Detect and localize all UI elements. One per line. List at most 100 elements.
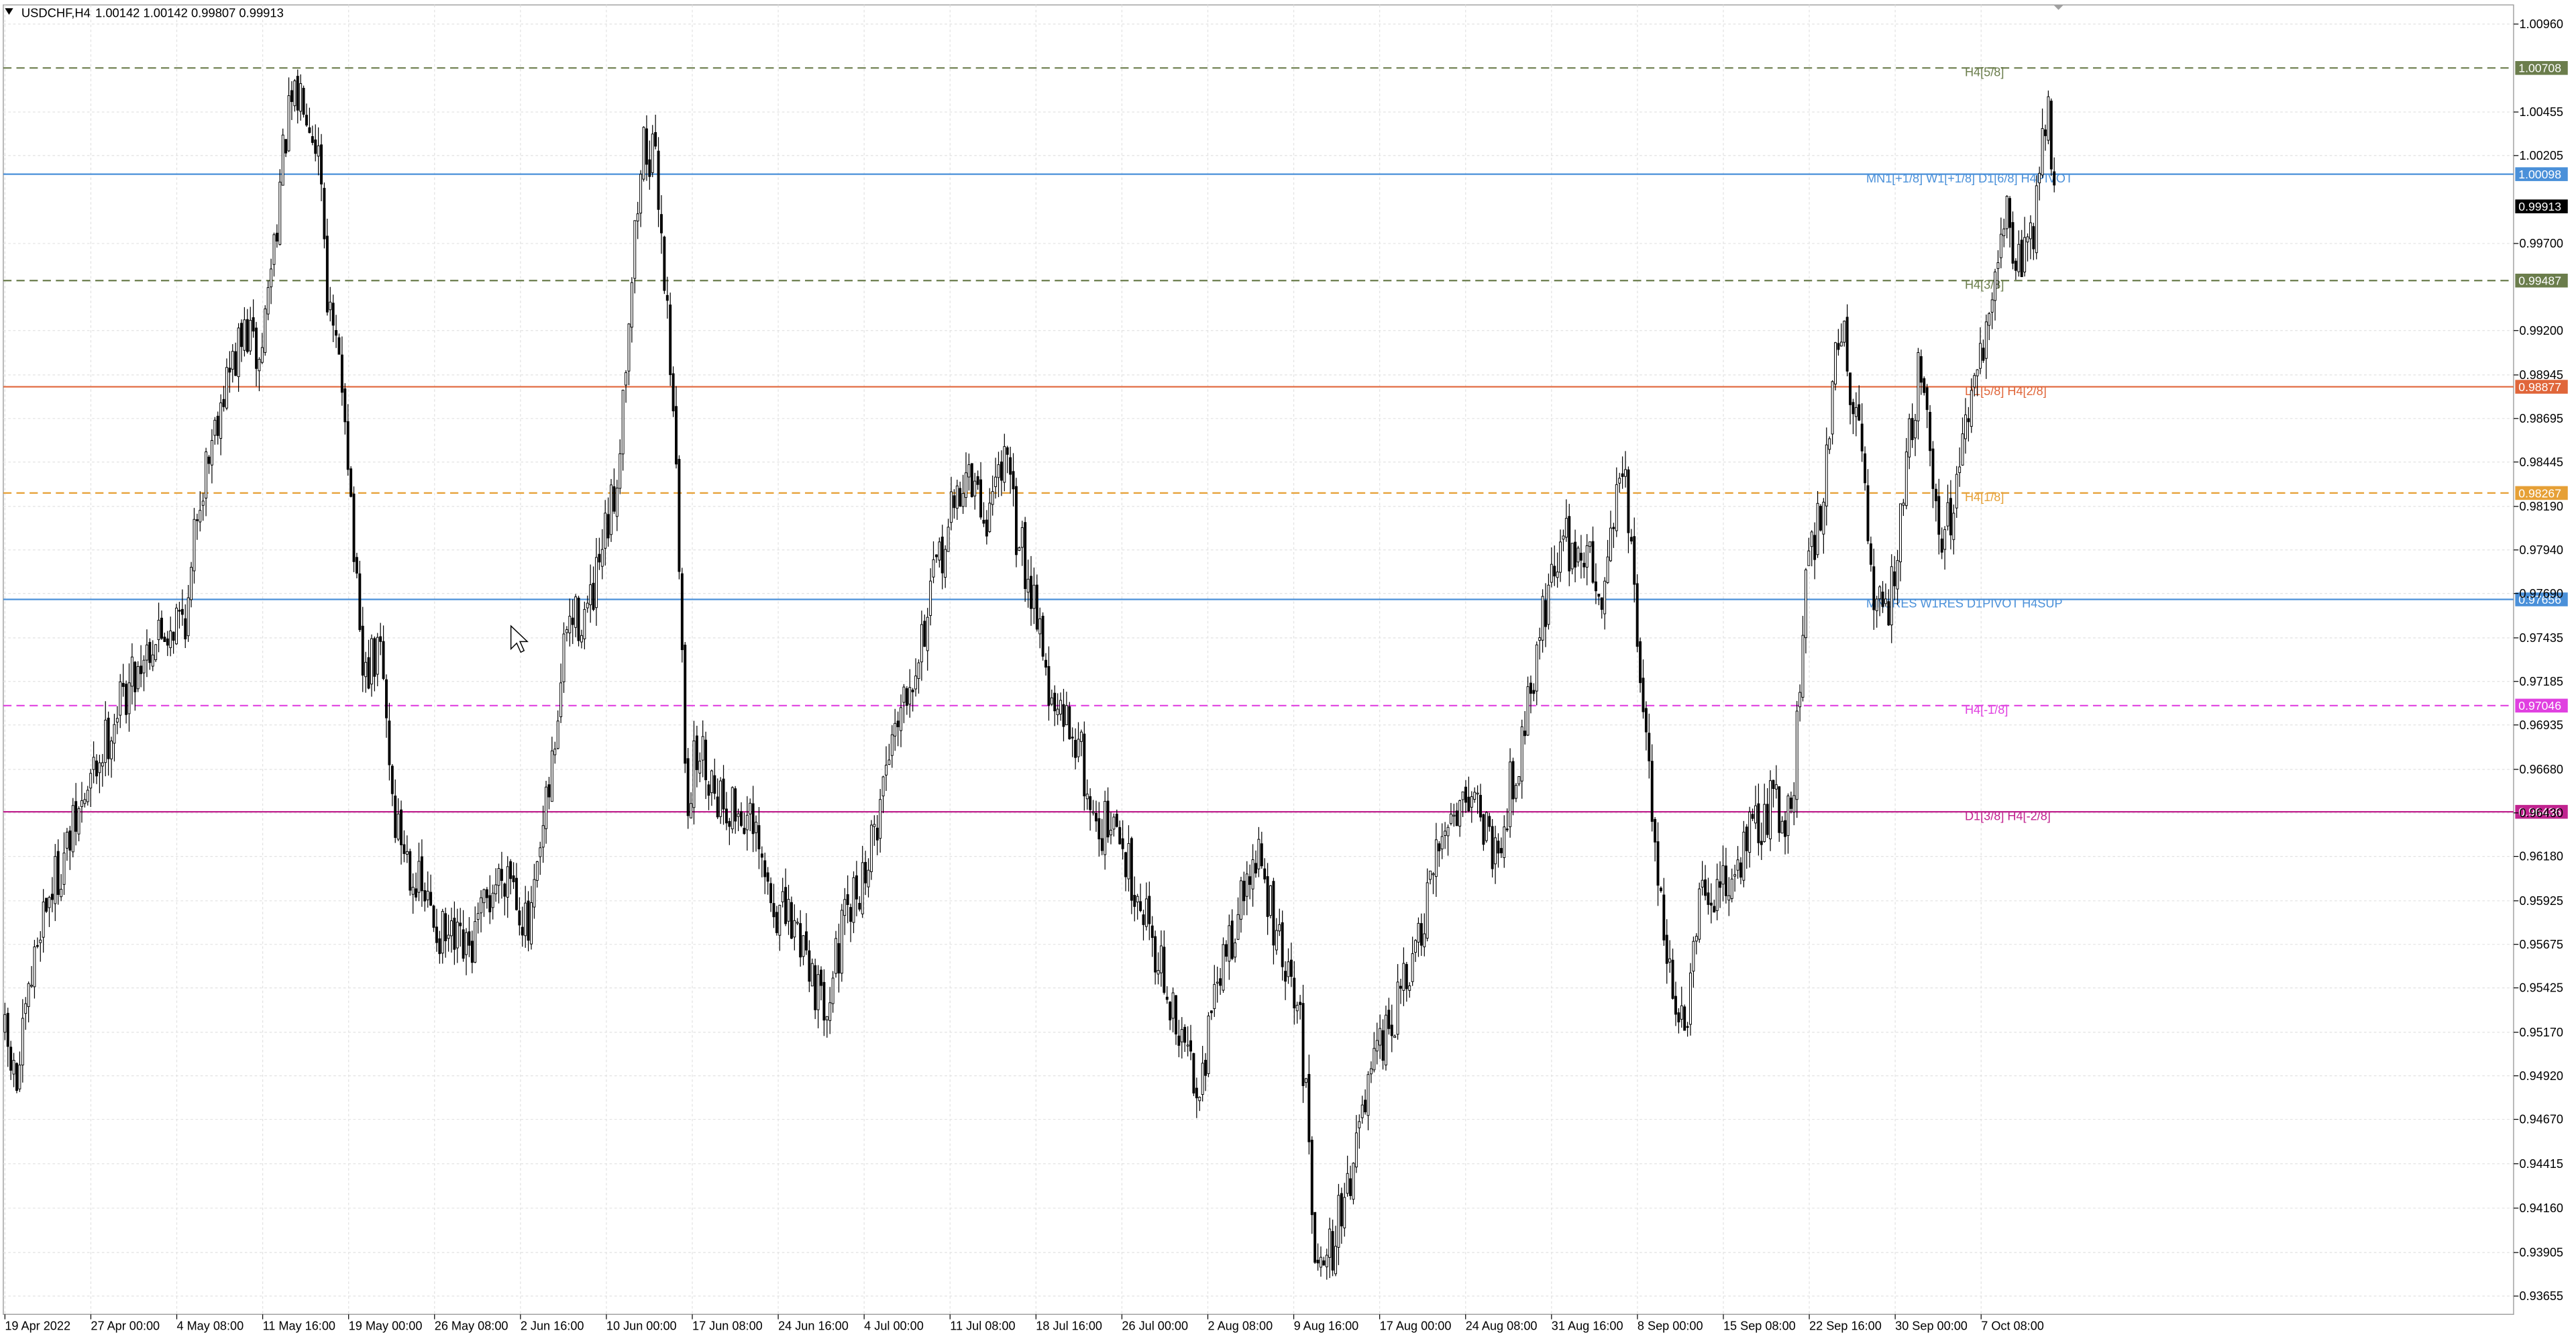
chart-window[interactable]: H4[5/8] 1.00708 MN1[+1/8] W1[+1/8] D1[6/8]… [0,0,2576,1339]
candle [1642,659,1645,719]
candle [199,491,202,532]
candle [1198,1096,1201,1112]
candle-body [1896,559,1899,590]
candle-body [1624,469,1627,477]
candle-body [1517,776,1521,785]
level-line-group[interactable]: H4[-1/8] 0.97046 [3,698,2568,717]
price-chart[interactable]: H4[5/8] 1.00708 MN1[+1/8] W1[+1/8] D1[6/8]… [0,0,2576,1339]
candle [1360,1095,1364,1124]
candle [926,608,929,671]
candle-body [1511,761,1515,800]
candle-body [494,884,498,894]
candle [500,851,503,899]
candle [970,463,973,498]
candle [1799,684,1802,722]
candle [21,999,24,1083]
candle-body [1030,576,1032,609]
candle [1606,539,1609,584]
candle [947,519,950,552]
candle [840,904,843,982]
level-line-group[interactable]: MN1RES W1RES D1PIVOT H4SUP 0.97656 [3,592,2568,610]
candle [731,786,734,834]
candle [592,566,595,612]
y-tick-label: 0.98190 [2520,500,2563,513]
candle-body [1884,598,1887,604]
candle [2005,195,2008,239]
candle [1866,469,1870,545]
candle [955,480,959,520]
candle-body [1834,342,1837,385]
level-line-group[interactable]: H4[1/8] 0.98267 [3,486,2568,504]
candle [1030,555,1032,626]
candle [1689,963,1692,1036]
candle [1316,1243,1320,1271]
candle [1763,784,1766,843]
candle [885,746,888,791]
candle [1438,841,1441,867]
y-tick-label: 0.95675 [2520,938,2563,951]
candle [1629,529,1633,545]
candle-body [1774,784,1778,790]
candle-body [837,943,841,974]
candle-body [1213,983,1216,1010]
candle [796,918,799,926]
candle-body [822,981,826,1021]
candle-body [308,127,311,133]
candle [1144,882,1148,931]
candle [503,882,506,916]
candle [900,694,902,747]
chart-shift-marker-icon[interactable] [2053,5,2063,10]
candle [610,479,612,542]
candle [1385,1006,1387,1071]
level-line-group[interactable]: MN1[+1/8] W1[+1/8] D1[6/8] H4PIVOT 1.0009… [3,167,2568,185]
candle [459,908,462,947]
candle-body [18,1065,21,1089]
candle-body [1432,873,1435,875]
candle-body [1464,786,1467,803]
triangle-down-icon[interactable] [5,8,13,15]
level-line-group[interactable]: D1[5/8] H4[2/8] 0.98877 [3,380,2568,398]
candle-body [1222,944,1225,991]
candle-body [476,913,480,920]
candle [1656,822,1660,906]
candle-body [1875,598,1878,611]
candle [923,614,926,647]
candle [1792,782,1796,826]
candle [639,170,643,227]
symbol-timeframe: USDCHF,H4 [21,6,91,20]
candle-body [1878,586,1882,600]
candle [1589,541,1592,553]
candle-body [39,939,42,943]
level-line-group[interactable]: D1[3/8] H4[-2/8] 0.96436 [3,804,2568,823]
candle-body [240,323,243,347]
candle-body [1914,420,1917,439]
candle [1541,589,1544,653]
candle-body [1813,535,1817,560]
candle [722,765,725,825]
candle-body [1065,705,1068,725]
candle [2020,229,2023,278]
candle [1686,1022,1689,1037]
candle-body [885,765,888,775]
candle-body [379,636,382,642]
candle [1239,877,1242,933]
candle-body [1727,895,1731,901]
candle [512,862,515,890]
candle-body [1499,848,1503,853]
candle [266,280,270,321]
candle [1195,1077,1198,1118]
candle-body [243,319,246,351]
candle [2011,211,2015,270]
candle [1665,919,1668,984]
candle-body [2038,172,2041,184]
candle [1020,521,1024,566]
candle-body [388,720,391,765]
level-line-group[interactable]: H4[3/8] 0.99487 [3,273,2568,292]
candle-body [825,1016,828,1020]
candle-body [1807,550,1811,566]
candle-body [1819,506,1822,531]
candle [1937,478,1941,555]
y-tick-label: 0.94670 [2520,1113,2563,1126]
candle [1071,727,1074,757]
level-line-group[interactable]: H4[5/8] 1.00708 [3,61,2568,79]
